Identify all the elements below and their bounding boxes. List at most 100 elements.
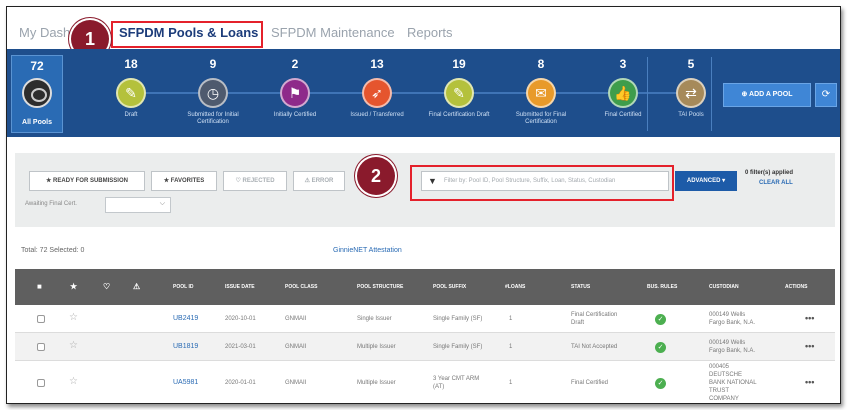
stage-divider (711, 57, 712, 131)
col-pool-suffix[interactable]: POOL SUFFIX (433, 269, 466, 305)
stage-tile[interactable]: 9 ◷ Submitted for Initial Certification (173, 49, 253, 137)
callout-2: 2 (357, 157, 395, 195)
stage-count: 8 (537, 57, 545, 71)
pool-structure: Single Issuer (357, 316, 392, 322)
col-custodian[interactable]: CUSTODIAN (709, 269, 739, 305)
transfer-icon: ⇄ (676, 78, 706, 108)
stage-count: 19 (452, 57, 466, 71)
loan-count: 1 (509, 316, 513, 322)
pool-structure: Multiple Issuer (357, 344, 396, 350)
custodian: 000149 Wells Fargo Bank, N.A. (709, 340, 756, 354)
table-totals: Total: 72 Selected: 0 (21, 247, 85, 254)
pool-id-link[interactable]: UB1819 (173, 343, 198, 351)
favorite-star-icon[interactable]: ☆ (69, 340, 78, 351)
pool-class: GNMAII (285, 380, 307, 386)
more-actions-icon[interactable]: ••• (805, 377, 814, 387)
col-bus-rules[interactable]: BUS. RULES (647, 269, 677, 305)
stage-label: Draft (124, 112, 138, 118)
error-button[interactable]: ⚠ ERROR (293, 171, 345, 191)
issue-date: 2020-01-01 (225, 380, 256, 386)
col-pool-class[interactable]: POOL CLASS (285, 269, 317, 305)
more-actions-icon[interactable]: ••• (805, 341, 814, 351)
stage-tile[interactable]: 2 ⚑ Initially Certified (255, 49, 335, 137)
chevron-down-icon: ⌵ (159, 200, 165, 207)
pool-status-bar: 72 All Pools 18 ✎ Draft 9 ◷ Submitted for Ini… (7, 49, 840, 137)
edit-icon: ✎ (116, 78, 146, 108)
heart-icon[interactable]: ♡ (103, 269, 110, 305)
loan-count: 1 (509, 344, 513, 350)
table-row[interactable]: ☆ UA5981 2020-01-01 GNMAII Multiple Issuer 3 … (15, 361, 835, 403)
issue-date: 2020-10-01 (225, 316, 256, 322)
col-actions[interactable]: ACTIONS (785, 269, 808, 305)
highlight-box-search (410, 165, 674, 201)
row-checkbox[interactable] (37, 315, 45, 323)
pools-icon (22, 78, 52, 108)
thumbs-up-icon: 👍 (608, 78, 638, 108)
favorite-star-icon[interactable]: ☆ (69, 376, 78, 387)
pool-id-link[interactable]: UB2419 (173, 315, 198, 323)
issue-date: 2021-03-01 (225, 344, 256, 350)
flag-icon: ⚑ (280, 78, 310, 108)
stage-tile[interactable]: 13 ➶ Issued / Transferred (337, 49, 417, 137)
col-issue-date[interactable]: ISSUE DATE (225, 269, 255, 305)
ginnienet-attestation-link[interactable]: GinnieNET Attestation (333, 247, 402, 254)
row-checkbox[interactable] (37, 379, 45, 387)
add-pool-button[interactable]: ⊕ ADD A POOL (723, 83, 811, 107)
check-circle-icon: ✓ (655, 314, 666, 325)
stage-count: 5 (687, 57, 695, 71)
tab-my-dashboard[interactable]: My Dash (19, 25, 70, 40)
table-header: ■ ★ ♡ ⚠ POOL ID ISSUE DATE POOL CLASS PO… (15, 269, 835, 305)
stage-divider (647, 57, 648, 131)
col-pool-id[interactable]: POOL ID (173, 269, 193, 305)
stage-tile[interactable]: 18 ✎ Draft (91, 49, 171, 137)
ready-for-submission-button[interactable]: ★ READY FOR SUBMISSION (29, 171, 145, 191)
app-frame: My Dash SFPDM Pools & Loans SFPDM Mainte… (6, 6, 841, 404)
col-loans[interactable]: #LOANS (505, 269, 525, 305)
advanced-button[interactable]: ADVANCED ▾ (675, 171, 737, 191)
row-checkbox[interactable] (37, 343, 45, 351)
pool-structure: Multiple Issuer (357, 380, 396, 386)
favorites-button[interactable]: ★ FAVORITES (151, 171, 217, 191)
stage-tile[interactable]: 8 ✉ Submitted for Final Certification (501, 49, 581, 137)
table-row[interactable]: ☆ UB1819 2021-03-01 GNMAII Multiple Issuer Si… (15, 333, 835, 361)
stage-label: Issued / Transferred (350, 112, 404, 118)
custodian: 000405 DEUTSCHE BANK NATIONAL TRUST COMPANY (709, 364, 757, 402)
pool-id-link[interactable]: UA5981 (173, 379, 198, 387)
refresh-icon[interactable]: ⟳ (815, 83, 837, 107)
pool-suffix: Single Family (SF) (433, 316, 483, 322)
all-pools-label: All Pools (22, 119, 52, 126)
tab-maintenance[interactable]: SFPDM Maintenance (271, 25, 395, 40)
pool-suffix: Single Family (SF) (433, 344, 483, 350)
all-pools-count: 72 (30, 59, 44, 73)
col-pool-structure[interactable]: POOL STRUCTURE (357, 269, 403, 305)
stage-count: 18 (124, 57, 138, 71)
highlight-box-tab (111, 21, 263, 48)
inbox-icon: ✉ (526, 78, 556, 108)
table-row[interactable]: ☆ UB2419 2020-10-01 GNMAII Single Issuer Sing… (15, 305, 835, 333)
star-icon[interactable]: ★ (70, 269, 77, 305)
warning-icon[interactable]: ⚠ (133, 269, 140, 305)
stage-tile[interactable]: 5 ⇄ TAI Pools (651, 49, 731, 137)
check-circle-icon: ✓ (655, 378, 666, 389)
stage-count: 2 (291, 57, 299, 71)
filters-applied-text: 0 filter(s) applied (745, 170, 794, 176)
select-all-checkbox[interactable]: ■ (37, 269, 42, 305)
awaiting-final-cert-select[interactable]: ⌵ (105, 197, 171, 213)
pool-status: Final Certification Draft (571, 312, 618, 326)
all-pools-tile[interactable]: 72 All Pools (11, 55, 63, 133)
pool-status: Final Certified (571, 380, 609, 386)
edit-icon: ✎ (444, 78, 474, 108)
clock-icon: ◷ (198, 78, 228, 108)
col-status[interactable]: STATUS (571, 269, 590, 305)
awaiting-final-cert-label: Awaiting Final Cert. (25, 201, 77, 207)
stage-tile[interactable]: 19 ✎ Final Certification Draft (419, 49, 499, 137)
stage-label: Final Certification Draft (428, 112, 490, 118)
more-actions-icon[interactable]: ••• (805, 313, 814, 323)
rocket-icon: ➶ (362, 78, 392, 108)
clear-all-link[interactable]: CLEAR ALL (759, 180, 793, 186)
tab-reports[interactable]: Reports (407, 25, 453, 40)
loan-count: 1 (509, 380, 513, 386)
rejected-button[interactable]: ♡ REJECTED (223, 171, 287, 191)
custodian: 000149 Wells Fargo Bank, N.A. (709, 312, 756, 326)
favorite-star-icon[interactable]: ☆ (69, 312, 78, 323)
